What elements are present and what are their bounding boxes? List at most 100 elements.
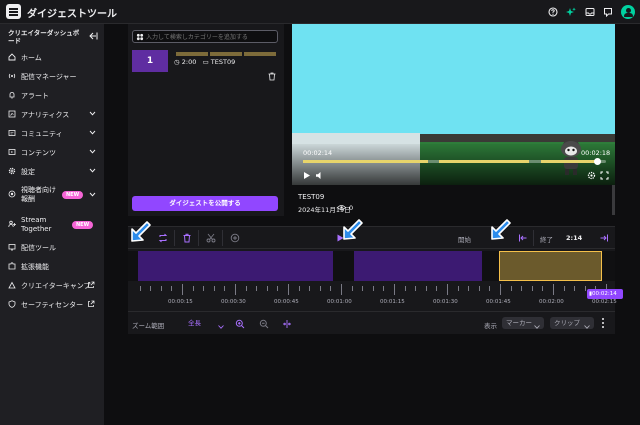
menu-icon[interactable] (6, 4, 21, 19)
ruler-tick (436, 286, 438, 291)
delete-icon[interactable] (182, 233, 192, 243)
chevron-down-icon (218, 321, 224, 329)
ruler-label: 00:01:00 (327, 299, 352, 305)
sidebar-item-viewer-rewards[interactable]: 視聴者向け 報酬 NEW (0, 182, 104, 208)
clip-card[interactable]: 1 ◷ 2:00 ▭ TEST09 (132, 50, 278, 86)
ruler-tick (139, 286, 141, 291)
camp-icon (8, 281, 16, 289)
fullscreen-icon[interactable] (600, 171, 609, 180)
sidebar-item-stream-manager[interactable]: 配信マネージャー (0, 67, 104, 86)
chevron-down-icon (584, 321, 590, 329)
volume-icon[interactable] (315, 171, 324, 180)
selected-clip-segment[interactable] (499, 251, 602, 281)
external-link-icon (87, 300, 95, 308)
app-title: ダイジェストツール (27, 9, 117, 20)
start-label: 開始 (458, 236, 471, 244)
set-end-icon[interactable] (599, 233, 609, 243)
sidebar-item-stream-together[interactable]: Stream Together NEW (0, 212, 104, 238)
set-start-icon[interactable] (518, 233, 528, 243)
bell-icon (8, 91, 16, 99)
extension-icon (8, 262, 16, 270)
ruler-tick (351, 286, 353, 291)
sidebar-item-analytics[interactable]: アナリティクス (0, 105, 104, 124)
scissors-icon[interactable] (206, 233, 216, 243)
help-icon[interactable] (548, 7, 558, 17)
trash-icon[interactable] (268, 72, 276, 81)
sidebar-item-creator-camp[interactable]: クリエイターキャンプ (0, 276, 104, 295)
ruler-tick (341, 284, 342, 295)
clip-thumbnail-strip (176, 50, 280, 56)
home-icon (8, 53, 16, 61)
ruler-tick (319, 286, 321, 291)
ruler-tick (298, 286, 300, 291)
clip-dropdown[interactable]: クリップ (550, 317, 594, 329)
sidebar-item-community[interactable]: コミュニティ (0, 124, 104, 143)
video-player[interactable]: 00:02:14 00:02:18 (292, 24, 615, 185)
timeline-track[interactable] (128, 251, 615, 281)
collapse-sidebar-icon[interactable] (88, 32, 98, 40)
sidebar-item-stream-tools[interactable]: 配信ツール (0, 238, 104, 257)
category-search-input[interactable] (146, 32, 274, 42)
chevron-down-icon (89, 130, 96, 136)
clip-segment[interactable] (138, 251, 333, 281)
category-search[interactable] (132, 30, 278, 43)
more-options-icon[interactable] (602, 318, 605, 329)
ruler-tick (224, 286, 226, 291)
zoom-in-icon[interactable] (235, 319, 245, 329)
ruler-label: 00:01:45 (486, 299, 511, 305)
time-ruler[interactable]: 00:00:15 00:00:30 00:00:45 00:01:00 00:01:15… (128, 282, 617, 309)
sidebar-item-label: クリエイターキャンプ (21, 282, 91, 290)
tools-icon (8, 243, 16, 251)
sidebar-item-label: Together (21, 225, 52, 233)
sidebar-item-settings[interactable]: 設定 (0, 162, 104, 181)
sidebar-item-label: コミュニティ (21, 130, 63, 138)
ruler-tick (478, 286, 480, 291)
stream-together-icon (8, 220, 16, 228)
tag-icon: ▭ (202, 58, 209, 66)
publish-digest-button[interactable]: ダイジェストを公開する (132, 196, 278, 211)
gear-icon (8, 167, 16, 175)
playhead-time[interactable]: ▮00:02:14 (587, 289, 623, 299)
zoom-select[interactable]: 全長 (188, 317, 224, 329)
play-icon[interactable] (302, 171, 311, 180)
sidebar-item-extensions[interactable]: 拡張機能 (0, 257, 104, 276)
sidebar-item-label: Stream (21, 216, 47, 224)
ruler-label: 00:01:30 (433, 299, 458, 305)
sidebar-item-label: アナリティクス (21, 111, 70, 119)
ruler-tick (447, 284, 448, 295)
end-time: 00:02:18 (581, 149, 611, 157)
ruler-tick (489, 286, 491, 291)
chevron-down-icon (89, 149, 96, 155)
chevron-down-icon (89, 111, 96, 117)
ruler-tick (425, 286, 427, 291)
ruler-tick (192, 286, 194, 291)
chat-icon[interactable] (603, 7, 613, 17)
ruler-tick (531, 286, 533, 291)
current-time: 00:02:14 (303, 149, 333, 157)
scrollbar[interactable] (612, 185, 615, 215)
ruler-tick (266, 286, 268, 291)
sidebar-item-safety-center[interactable]: セーフティセンター (0, 295, 104, 314)
ruler-tick (256, 286, 258, 291)
settings-gear-icon[interactable] (587, 171, 596, 180)
sidebar-item-content[interactable]: コンテンツ (0, 143, 104, 162)
ruler-tick (213, 286, 215, 291)
fit-icon[interactable] (282, 319, 292, 329)
seek-knob[interactable] (593, 158, 601, 165)
inbox-icon[interactable] (585, 7, 595, 17)
zoom-out-icon[interactable] (259, 319, 269, 329)
sidebar-item-alerts[interactable]: アラート (0, 86, 104, 105)
clip-segment[interactable] (354, 251, 482, 281)
seek-bar[interactable] (303, 158, 606, 165)
ruler-tick (330, 286, 332, 291)
ruler-tick (277, 286, 279, 291)
avatar[interactable] (621, 5, 635, 19)
sparkle-icon[interactable] (566, 7, 576, 17)
ruler-tick (182, 284, 183, 295)
video-title: TEST09 (298, 193, 325, 201)
loop-icon[interactable] (158, 233, 168, 243)
add-icon[interactable] (230, 233, 240, 243)
ruler-tick (288, 284, 289, 295)
marker-dropdown[interactable]: マーカー (502, 317, 544, 329)
sidebar-item-home[interactable]: ホーム (0, 48, 104, 67)
